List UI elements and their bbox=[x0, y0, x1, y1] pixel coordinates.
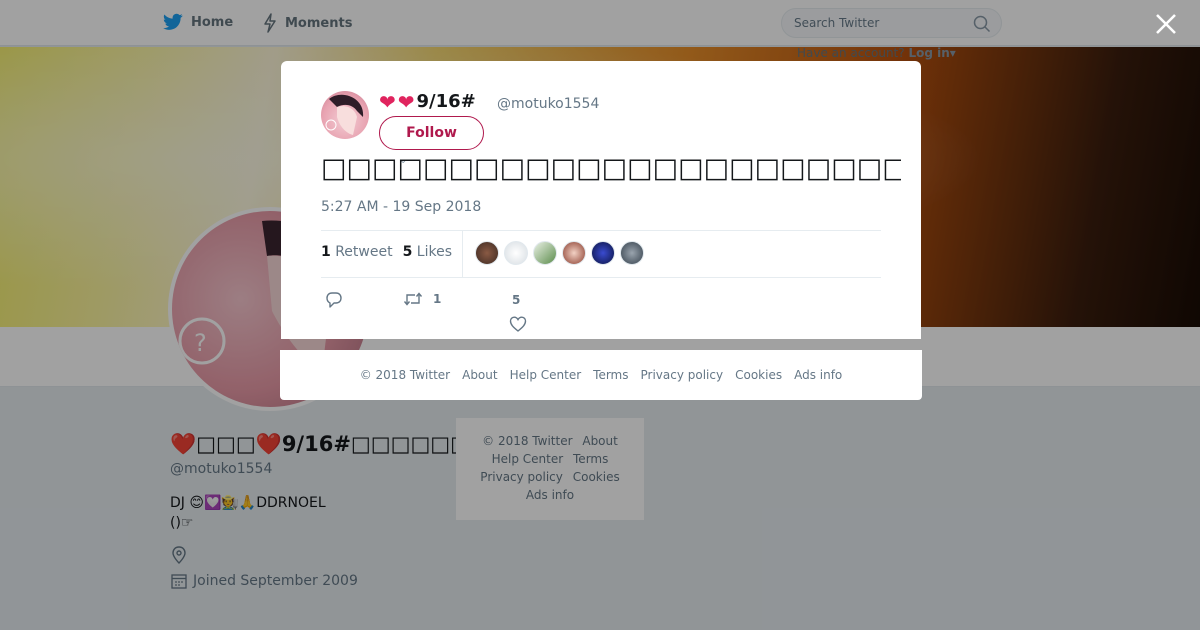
liker-avatar[interactable] bbox=[591, 241, 615, 265]
retweet-action-count: 1 bbox=[433, 292, 442, 306]
footer-about[interactable]: About bbox=[462, 368, 497, 382]
divider bbox=[462, 231, 463, 277]
retweet-action[interactable]: 1 bbox=[403, 291, 441, 307]
liker-avatars bbox=[475, 241, 644, 265]
retweet-label: Retweet bbox=[335, 244, 393, 260]
footer-help-center[interactable]: Help Center bbox=[510, 368, 582, 382]
tweet-timestamp[interactable]: 5:27 AM - 19 Sep 2018 bbox=[321, 199, 481, 215]
liker-avatar[interactable] bbox=[620, 241, 644, 265]
likes-stat[interactable]: 5 Likes bbox=[403, 244, 452, 260]
likes-count: 5 bbox=[402, 244, 413, 260]
liker-avatar[interactable] bbox=[562, 241, 586, 265]
follow-button[interactable]: Follow bbox=[379, 116, 484, 150]
footer-terms[interactable]: Terms bbox=[593, 368, 628, 382]
retweet-count: 1 bbox=[321, 244, 331, 260]
footer-copyright: © 2018 Twitter bbox=[359, 368, 451, 382]
divider bbox=[321, 230, 881, 231]
tweet-author-name[interactable]: ❤ ❤ 9/16# bbox=[379, 91, 476, 112]
likes-label: Likes bbox=[416, 244, 452, 260]
tweet-text: □□□□□□□□□□□□□□□□□□□□□□□ 2□□□□□□□□□□□□ bbox=[321, 153, 901, 184]
liker-avatar[interactable] bbox=[533, 241, 557, 265]
retweet-icon[interactable] bbox=[403, 291, 423, 307]
liker-avatar[interactable] bbox=[475, 241, 499, 265]
heart-emoji-icon: ❤ bbox=[379, 89, 396, 114]
tweet-author-handle[interactable]: @motuko1554 bbox=[497, 96, 599, 112]
tweet-author-avatar[interactable] bbox=[321, 91, 369, 139]
footer-privacy[interactable]: Privacy policy bbox=[641, 368, 724, 382]
heart-outline-icon[interactable] bbox=[509, 315, 527, 337]
liker-avatar[interactable] bbox=[504, 241, 528, 265]
tweet-modal: ❤ ❤ 9/16# @motuko1554 Follow ⌄ □□□□□□□□□… bbox=[281, 61, 921, 339]
footer-cookies[interactable]: Cookies bbox=[735, 368, 782, 382]
divider bbox=[321, 277, 881, 278]
footer-ads-info[interactable]: Ads info bbox=[794, 368, 842, 382]
heart-emoji-icon: ❤ bbox=[397, 89, 415, 114]
reply-icon[interactable] bbox=[325, 291, 343, 313]
modal-footer: © 2018 Twitter About Help Center Terms P… bbox=[280, 350, 922, 400]
close-icon[interactable] bbox=[1153, 11, 1179, 37]
like-action-count: 5 bbox=[512, 293, 521, 307]
tweet-stats: 1 Retweet 5 Likes bbox=[321, 244, 452, 260]
author-name-text: 9/16# bbox=[416, 91, 476, 112]
retweet-stat[interactable]: 1 Retweet bbox=[321, 244, 393, 260]
